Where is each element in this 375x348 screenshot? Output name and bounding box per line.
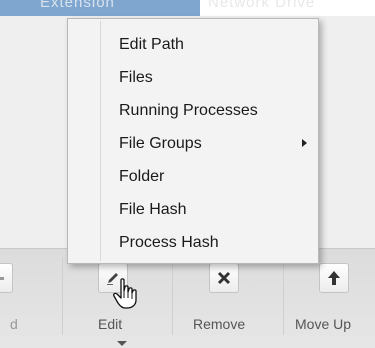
selected-row[interactable]: Extension	[0, 0, 200, 16]
table-header: Extension Network Drive	[0, 0, 375, 17]
menu-item-edit-path[interactable]: Edit Path	[70, 28, 316, 61]
plus-icon	[0, 263, 13, 293]
menu-item-label: Running Processes	[119, 102, 258, 119]
toolbar-separator	[283, 257, 284, 335]
context-menu: Edit Path Files Running Processes File G…	[67, 18, 319, 264]
up-arrow-icon	[319, 263, 349, 293]
menu-item-label: Folder	[119, 168, 165, 185]
menu-item-label: Edit Path	[119, 36, 184, 53]
x-icon	[209, 263, 239, 293]
toolbar-separator	[172, 257, 173, 335]
menu-item-label: Files	[119, 69, 153, 86]
add-button-label: d	[10, 316, 18, 332]
chevron-down-icon[interactable]	[117, 341, 127, 346]
toolbar-separator	[62, 257, 63, 335]
menu-item-running-processes[interactable]: Running Processes	[70, 94, 316, 127]
menu-item-file-groups[interactable]: File Groups	[70, 127, 316, 160]
menu-item-folder[interactable]: Folder	[70, 160, 316, 193]
header-col2-text: Network Drive	[208, 0, 316, 11]
header-col1-text: Extension	[40, 0, 115, 11]
menu-item-file-hash[interactable]: File Hash	[70, 193, 316, 226]
hand-cursor-icon	[113, 278, 139, 315]
menu-item-process-hash[interactable]: Process Hash	[70, 226, 316, 259]
menu-item-label: Process Hash	[119, 234, 219, 251]
move-up-button-label: Move Up	[295, 316, 352, 332]
menu-item-label: File Hash	[119, 201, 187, 218]
edit-button-label: Edit	[98, 316, 123, 332]
menu-item-label: File Groups	[119, 135, 202, 152]
add-button[interactable]: d	[0, 249, 60, 348]
table-cell[interactable]: Network Drive	[200, 0, 375, 17]
submenu-arrow-icon	[302, 139, 307, 147]
menu-item-files[interactable]: Files	[70, 61, 316, 94]
remove-button-label: Remove	[193, 316, 246, 332]
